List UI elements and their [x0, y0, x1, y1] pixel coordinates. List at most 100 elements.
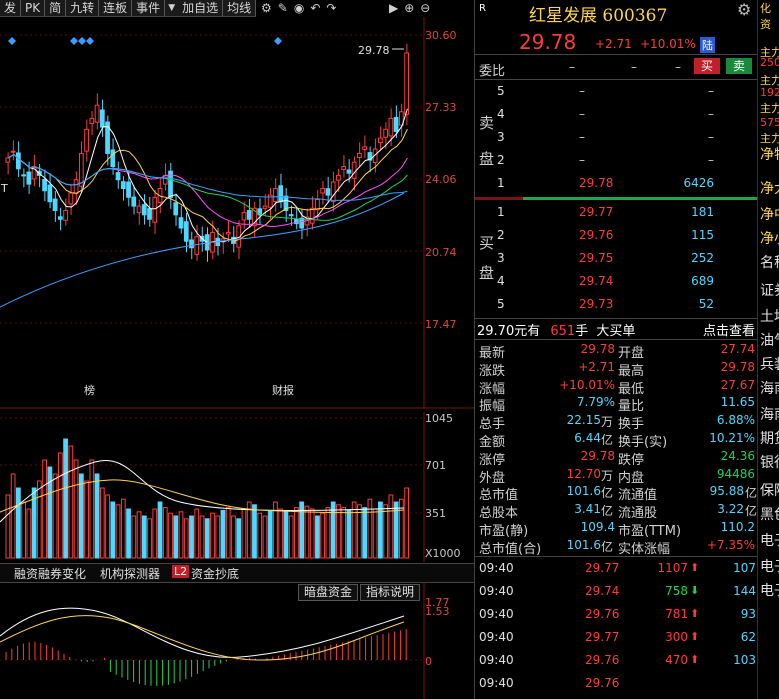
stat-unit-right: 亿 — [745, 486, 758, 501]
sell-button[interactable]: 卖 — [726, 58, 752, 74]
toolbar-item-5[interactable]: 事件 — [132, 0, 166, 16]
stat-label-left: 总手 — [479, 417, 506, 433]
bids-level-5: 5 — [497, 297, 505, 311]
big-order-unit1: 元有 — [514, 324, 541, 339]
toolbar-item-3[interactable]: 九转 — [66, 0, 100, 16]
dropdown-icon[interactable]: ▼ — [165, 0, 178, 16]
buy-side-label-2: 盘 — [479, 264, 495, 282]
tab-institution-detector[interactable]: 机构探测器 — [100, 565, 160, 582]
far-right-text: 192 — [760, 86, 779, 99]
asks-price[interactable]: – — [579, 130, 585, 144]
arrow-up-icon: ⬆ — [690, 653, 700, 666]
bids-price[interactable]: 29.75 — [579, 251, 613, 265]
vol-label-2: 701 — [425, 459, 446, 472]
toolbar-item-0[interactable]: 发 — [0, 0, 22, 16]
far-right-panel: 化资主力250主力192主力575主力净特净大净中净小名称证券土地油气兵装海南海… — [757, 0, 779, 699]
asks-level-5: 5 — [497, 84, 505, 98]
tick-price: 29.76 — [585, 676, 620, 690]
tab-l2-badge[interactable]: L2 — [172, 565, 190, 578]
stat-label-right: 最低 — [618, 381, 645, 397]
back-icon[interactable]: ↶ — [307, 0, 323, 16]
bids-level-2: 2 — [497, 228, 505, 242]
gear-icon[interactable]: ⚙ — [258, 0, 275, 16]
big-order-label: 大买单 — [596, 324, 636, 339]
big-order-price: 29.70 — [477, 324, 515, 339]
asks-level-3: 3 — [497, 130, 505, 144]
big-order-link[interactable]: 点击查看 — [703, 320, 755, 339]
stat-value-left: 101.6 — [566, 537, 601, 552]
settings-gear-icon[interactable]: ⚙ — [737, 0, 751, 19]
far-right-text: 资 — [760, 18, 771, 31]
bids-price[interactable]: 29.73 — [579, 297, 613, 311]
stat-unit-left: 亿 — [601, 539, 614, 554]
bids-price[interactable]: 29.74 — [579, 274, 613, 288]
market-tag: R — [479, 3, 486, 14]
big-order-qty: 651 — [550, 324, 576, 339]
arrow-right-icon[interactable]: ▶ — [386, 0, 401, 16]
stat-unit-right: 亿 — [745, 504, 758, 519]
far-right-text: 575 — [760, 116, 779, 129]
asks-level-2: 2 — [497, 153, 505, 167]
far-right-text: 兵装 — [760, 357, 779, 373]
tab-fund-bottom[interactable]: 资金抄底 — [191, 565, 239, 582]
event-diamond-icon[interactable] — [274, 37, 282, 45]
event-diamond-icon[interactable] — [70, 37, 78, 45]
stat-label-left: 振幅 — [479, 399, 506, 415]
toolbar-item-2[interactable]: 简 — [45, 0, 67, 16]
y-label-2: 27.33 — [425, 101, 457, 114]
bids-price[interactable]: 29.76 — [579, 228, 613, 242]
stat-value-right: 3.22 — [717, 502, 744, 517]
toolbar-item-4[interactable]: 连板 — [99, 0, 133, 16]
bids-price[interactable]: 29.77 — [579, 205, 613, 219]
stat-value-left: +2.71 — [578, 359, 615, 374]
bids-volume: 689 — [691, 274, 714, 288]
stat-label-left: 涨幅 — [479, 381, 506, 397]
y-label-4: 20.74 — [425, 246, 457, 259]
far-right-text: 净小 — [760, 231, 779, 247]
indicator-chart[interactable] — [0, 582, 474, 699]
arrow-up-icon: ⬆ — [690, 607, 700, 620]
stat-value-right: 95.88 — [709, 484, 744, 499]
stat-label-left: 涨停 — [479, 452, 506, 468]
zoom-in-icon[interactable]: ⊕ — [401, 0, 417, 16]
stat-label-left: 金额 — [479, 435, 506, 450]
toolbar-item-7[interactable]: 均线 — [223, 0, 256, 16]
far-right-text: 电子 — [760, 559, 779, 575]
forward-icon[interactable]: ↷ — [323, 0, 339, 16]
event-diamond-icon[interactable] — [86, 37, 94, 45]
tick-time: 09:40 — [479, 630, 514, 644]
vol-label-3: 351 — [425, 507, 446, 520]
asks-price[interactable]: – — [579, 84, 585, 98]
asks-price[interactable]: – — [579, 107, 585, 121]
stock-name: 红星发展 600367 — [529, 6, 668, 26]
toolbar-item-1[interactable]: PK — [21, 0, 46, 16]
stat-label-left: 外盘 — [479, 470, 506, 486]
asks-price[interactable]: 29.78 — [579, 176, 613, 190]
tick-time: 09:40 — [479, 607, 514, 621]
event-annotation-rank[interactable]: 榜 — [84, 382, 95, 398]
brush-icon[interactable]: ✎ — [275, 0, 291, 16]
stat-label-right: 量比 — [618, 399, 645, 415]
eye-icon[interactable]: ◉ — [291, 0, 307, 16]
tab-margin-change[interactable]: 融资融券变化 — [14, 565, 86, 582]
far-right-text: 海南 — [760, 381, 779, 397]
event-annotation-report[interactable]: 财报 — [272, 382, 294, 398]
far-right-text: 电子 — [760, 533, 779, 549]
zoom-out-icon[interactable]: ⊖ — [417, 0, 433, 16]
asks-price[interactable]: – — [579, 153, 585, 167]
stat-label-right: 市盈(TTM) — [618, 524, 682, 539]
toolbar-icons: ⚙ ✎ ◉ ↶ ↷ — [258, 0, 339, 16]
kline-chart[interactable] — [0, 17, 474, 409]
stat-label-right: 跌停 — [618, 452, 645, 468]
event-diamond-icon[interactable] — [8, 37, 16, 45]
buy-button[interactable]: 买 — [694, 58, 720, 74]
stat-value-left: 3.41 — [574, 502, 601, 517]
tick-count: 144 — [733, 584, 756, 598]
event-diamond-icon[interactable] — [78, 37, 86, 45]
volume-chart[interactable] — [0, 412, 474, 562]
far-right-text: 主力 — [760, 102, 779, 115]
far-right-text: 土地 — [760, 309, 779, 325]
big-order-unit2: 手 — [575, 324, 589, 339]
big-order-row[interactable]: 29.70元有 651手 大买单 点击查看 — [477, 320, 757, 339]
toolbar-item-6[interactable]: 加自选 — [178, 0, 224, 16]
